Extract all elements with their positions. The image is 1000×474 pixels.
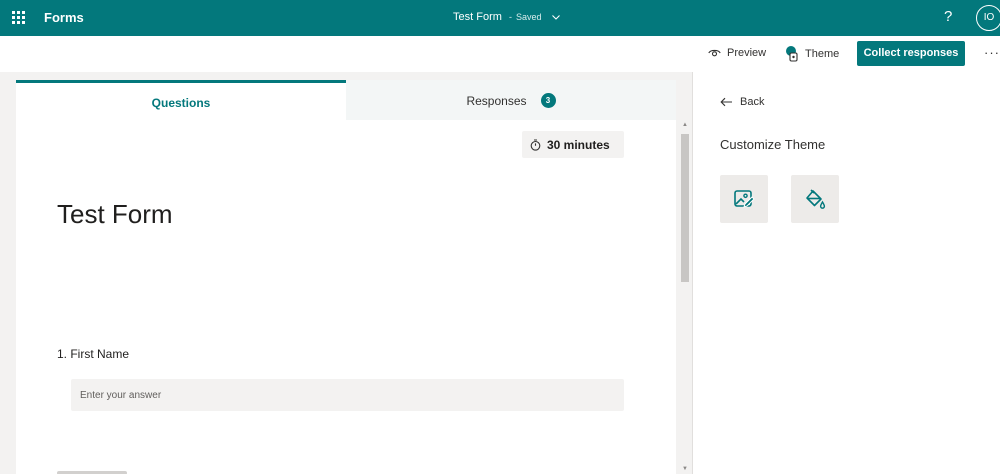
more-options-button[interactable]: ···	[984, 45, 1000, 60]
arrow-left-icon	[720, 97, 732, 107]
preview-button[interactable]: Preview	[708, 47, 766, 59]
app-name[interactable]: Forms	[44, 10, 84, 25]
chevron-down-icon[interactable]	[551, 12, 561, 22]
panel-title: Customize Theme	[720, 137, 826, 152]
save-status: - Saved	[509, 12, 542, 22]
app-header: Forms Test Form - Saved ? IO	[0, 0, 1000, 36]
stopwatch-icon	[530, 138, 541, 151]
answer-input[interactable]	[71, 379, 624, 411]
collect-responses-button[interactable]: Collect responses	[857, 41, 965, 66]
app-launcher-icon[interactable]	[12, 11, 26, 25]
paint-bucket-icon	[806, 189, 826, 209]
question-label: 1. First Name	[57, 347, 130, 361]
theme-button[interactable]: Theme	[785, 41, 839, 67]
command-bar: Preview Theme Collect responses ···	[0, 36, 1000, 72]
help-button[interactable]: ?	[944, 8, 952, 25]
next-question-peek	[57, 466, 137, 474]
theme-label: Theme	[805, 48, 840, 60]
back-label: Back	[740, 96, 765, 108]
image-icon	[734, 190, 755, 208]
theme-color-tile[interactable]	[791, 175, 839, 223]
background-image-tile[interactable]	[720, 175, 768, 223]
tab-questions[interactable]: Questions	[16, 80, 346, 120]
separator: -	[509, 12, 512, 22]
scroll-up-icon[interactable]: ▲	[682, 122, 688, 128]
save-status-label: Saved	[516, 12, 542, 22]
customize-theme-panel	[693, 72, 1000, 474]
timer-badge[interactable]: 30 minutes	[522, 131, 624, 158]
back-button[interactable]: Back	[720, 96, 764, 108]
eye-icon	[708, 49, 721, 57]
header-form-title[interactable]: Test Form	[453, 11, 502, 23]
scroll-down-icon[interactable]: ▼	[682, 466, 688, 472]
avatar[interactable]: IO	[976, 5, 1000, 31]
form-title[interactable]: Test Form	[57, 199, 173, 230]
tab-responses[interactable]: Responses 3	[346, 80, 676, 120]
palette-icon	[786, 46, 798, 62]
responses-count-badge: 3	[540, 93, 556, 109]
scrollbar-thumb[interactable]	[681, 134, 689, 282]
timer-label: 30 minutes	[547, 137, 610, 152]
tab-responses-label: Responses	[466, 94, 527, 108]
preview-label: Preview	[727, 47, 767, 59]
